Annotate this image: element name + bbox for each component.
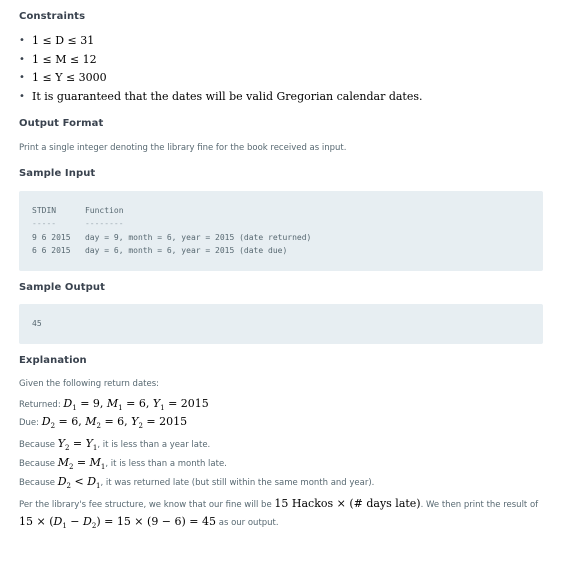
math-formula: 15 Hackos × (# days late) bbox=[274, 497, 421, 510]
sample-output-block: 45 bbox=[19, 304, 543, 344]
sample-input-heading: Sample Input bbox=[19, 168, 96, 179]
sample-input-block: STDIN Function ----- -------- 9 6 2015 d… bbox=[19, 191, 543, 271]
explanation-due: Due: D2 = 6, M2 = 6, Y2 = 2015 bbox=[19, 415, 188, 431]
math-formula: M2 = M1 bbox=[57, 456, 106, 472]
math-formula: D2 < D1 bbox=[57, 475, 101, 491]
bullet-icon: • bbox=[19, 53, 25, 65]
list-item: • 1 ≤ Y ≤ 3000 bbox=[19, 71, 107, 85]
list-item: • 1 ≤ D ≤ 31 bbox=[19, 34, 95, 47]
problem-statement: Constraints • 1 ≤ D ≤ 31 • 1 ≤ M ≤ 12 • 1 ≤… bbox=[0, 0, 564, 561]
math-formula: Y2 = Y1 bbox=[57, 437, 98, 453]
math-formula: 15 × (D1 − D2) = 15 × (9 − 6) = 45 bbox=[19, 515, 217, 531]
output-format-text: Print a single integer denoting the libr… bbox=[19, 143, 347, 153]
bullet-icon: • bbox=[19, 35, 25, 46]
code-line: 9 6 2015 day = 9, month = 6, year = 2015… bbox=[32, 233, 312, 242]
sample-output-heading: Sample Output bbox=[19, 282, 105, 293]
code-line: 45 bbox=[32, 319, 42, 328]
code-rule: ----- -------- bbox=[32, 219, 124, 228]
explanation-heading: Explanation bbox=[19, 355, 87, 366]
bullet-icon: • bbox=[19, 90, 25, 102]
explanation-result: 15 × (D1 − D2) = 15 × (9 − 6) = 45 as ou… bbox=[19, 515, 279, 531]
constraints-list: • 1 ≤ D ≤ 31 • 1 ≤ M ≤ 12 • 1 ≤ Y ≤ 3000 • I… bbox=[19, 34, 423, 108]
explanation-year: Because Y2 = Y1, it is less than a year … bbox=[19, 437, 211, 453]
list-item: • It is guaranteed that the dates will be… bbox=[19, 89, 423, 103]
math-formula: D2 = 6, M2 = 6, Y2 = 2015 bbox=[41, 415, 188, 431]
explanation-intro: Given the following return dates: bbox=[19, 379, 160, 389]
code-header: STDIN Function bbox=[32, 206, 124, 215]
bullet-icon: • bbox=[19, 72, 25, 84]
code-line: 6 6 2015 day = 6, month = 6, year = 2015… bbox=[32, 246, 288, 255]
explanation-day: Because D2 < D1, it was returned late (b… bbox=[19, 475, 375, 491]
list-item: • 1 ≤ M ≤ 12 bbox=[19, 52, 97, 66]
explanation-fee: Per the library's fee structure, we know… bbox=[19, 497, 539, 510]
math-formula: D1 = 9, M1 = 6, Y1 = 2015 bbox=[63, 397, 209, 413]
output-format-heading: Output Format bbox=[19, 118, 104, 129]
constraints-heading: Constraints bbox=[19, 11, 86, 22]
explanation-month: Because M2 = M1, it is less than a month… bbox=[19, 456, 227, 472]
explanation-returned: Returned: D1 = 9, M1 = 6, Y1 = 2015 bbox=[19, 397, 209, 413]
